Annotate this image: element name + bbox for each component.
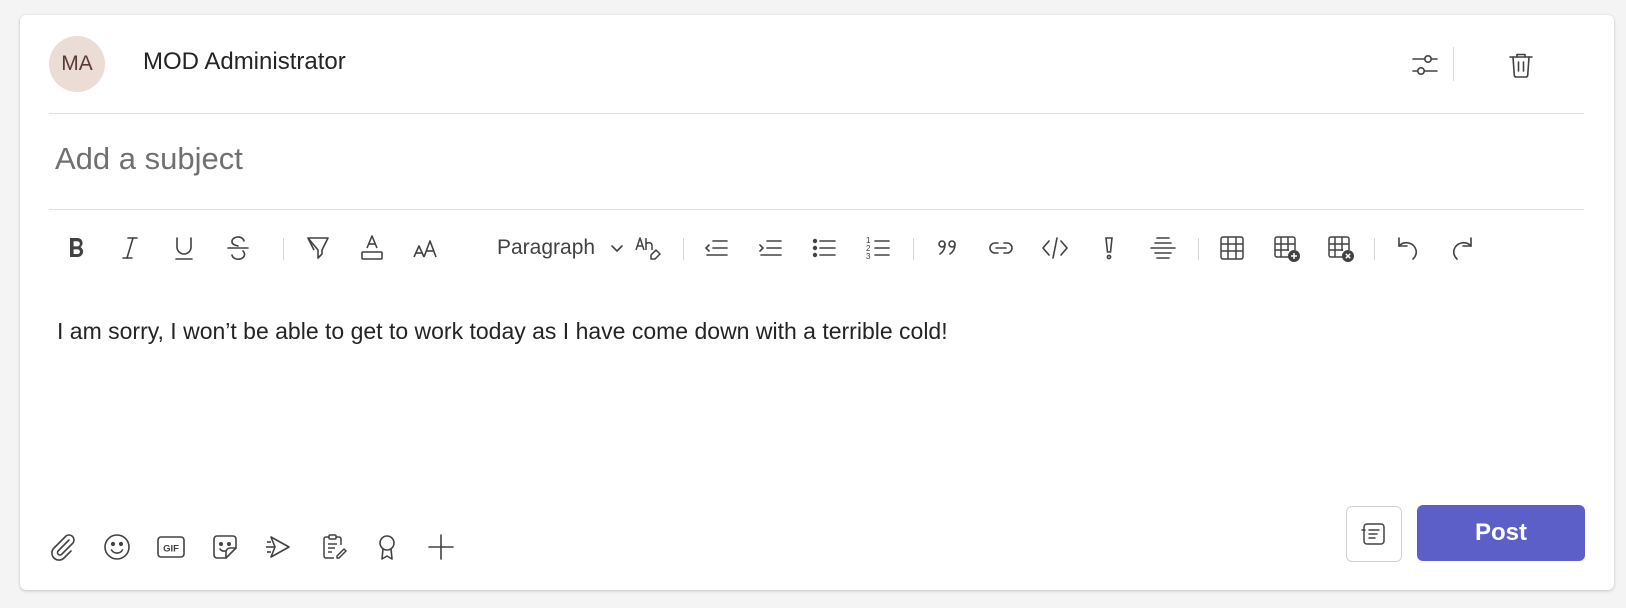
link-button[interactable]: [982, 229, 1020, 267]
toolbar-divider: [1198, 238, 1199, 260]
sliders-icon: [1412, 55, 1438, 75]
paragraph-style-dropdown[interactable]: Paragraph: [497, 229, 625, 267]
emoji-button[interactable]: [97, 527, 137, 567]
bulleted-list-icon: [812, 238, 836, 258]
attach-icon: [51, 534, 75, 561]
redo-icon: [1452, 237, 1472, 260]
horizontal-rule-icon: [1150, 237, 1176, 259]
clear-formatting-icon: [635, 237, 661, 260]
formatting-toolbar: Paragraph 1 2 3: [49, 223, 1584, 273]
delete-table-button[interactable]: [1321, 229, 1359, 267]
emoji-icon: [104, 534, 130, 560]
code-icon: [1042, 237, 1068, 259]
schedule-meeting-button[interactable]: [259, 527, 299, 567]
attach-button[interactable]: [43, 527, 83, 567]
subject-input[interactable]: [53, 136, 1557, 182]
bold-button[interactable]: [57, 229, 95, 267]
svg-text:GIF: GIF: [163, 544, 179, 555]
numbered-list-icon: 1 2 3: [866, 236, 890, 261]
toolbar-divider: [283, 238, 284, 260]
bulleted-list-button[interactable]: [805, 229, 843, 267]
quote-button[interactable]: [928, 229, 966, 267]
table-delete-icon: [1328, 236, 1354, 262]
highlighter-icon: [307, 237, 329, 259]
loop-component-button[interactable]: [313, 527, 353, 567]
table-icon: [1220, 236, 1244, 260]
avatar-initials: MA: [61, 52, 93, 75]
toolbar-divider: [1374, 238, 1375, 260]
underline-icon: [175, 237, 193, 260]
add-table-row-button[interactable]: [1267, 229, 1305, 267]
schedule-meeting-icon: [266, 536, 290, 558]
delete-button[interactable]: [1501, 45, 1541, 85]
gif-icon: GIF: [157, 536, 185, 558]
highlight-button[interactable]: [299, 229, 337, 267]
font-size-button[interactable]: [407, 229, 445, 267]
numbered-list-button[interactable]: 1 2 3: [859, 229, 897, 267]
sticker-icon: [213, 535, 237, 559]
sticker-button[interactable]: [205, 527, 245, 567]
gif-button[interactable]: GIF: [151, 527, 191, 567]
more-apps-button[interactable]: [421, 527, 461, 567]
svg-text:3: 3: [866, 252, 871, 261]
compose-format-icon: [1361, 523, 1385, 545]
chevron-down-icon: [611, 245, 623, 252]
paragraph-style-label: Paragraph: [497, 236, 596, 259]
header-divider: [1453, 47, 1454, 81]
increase-indent-icon: [759, 240, 782, 256]
font-color-icon: [361, 235, 383, 260]
undo-icon: [1398, 237, 1418, 260]
table-add-icon: [1274, 236, 1300, 262]
bold-icon: [70, 238, 84, 258]
decrease-indent-button[interactable]: [697, 229, 735, 267]
clear-formatting-button[interactable]: [629, 229, 667, 267]
strikethrough-button[interactable]: [219, 229, 257, 267]
loop-icon: [323, 534, 347, 559]
format-button[interactable]: [1346, 506, 1402, 562]
strikethrough-icon: [227, 236, 249, 260]
toolbar-divider: [683, 238, 684, 260]
redo-button[interactable]: [1443, 229, 1481, 267]
trash-icon: [1509, 53, 1533, 78]
increase-indent-button[interactable]: [751, 229, 789, 267]
avatar: MA: [49, 36, 105, 92]
options-button[interactable]: [1405, 45, 1445, 85]
message-body[interactable]: I am sorry, I won’t be able to get to wo…: [57, 318, 948, 345]
decrease-indent-icon: [704, 240, 728, 256]
code-snippet-button[interactable]: [1036, 229, 1074, 267]
font-size-icon: [413, 240, 437, 258]
link-icon: [989, 242, 1013, 254]
compose-card: MA MOD Administrator Add a subject Parag…: [20, 15, 1614, 590]
horizontal-rule-button[interactable]: [1144, 229, 1182, 267]
exclamation-icon: [1105, 237, 1113, 260]
italic-button[interactable]: [111, 229, 149, 267]
insert-table-button[interactable]: [1213, 229, 1251, 267]
compose-header: MA MOD Administrator: [49, 15, 1584, 114]
toolbar-divider: [913, 238, 914, 260]
post-button[interactable]: Post: [1417, 505, 1585, 561]
author-name: MOD Administrator: [143, 48, 346, 75]
praise-button[interactable]: [367, 527, 407, 567]
font-color-button[interactable]: [353, 229, 391, 267]
underline-button[interactable]: [165, 229, 203, 267]
plus-icon: [428, 534, 454, 560]
quote-icon: [938, 240, 956, 255]
italic-icon: [122, 237, 138, 259]
important-button[interactable]: [1090, 229, 1128, 267]
praise-icon: [379, 535, 395, 560]
subject-row: [49, 114, 1584, 210]
undo-button[interactable]: [1389, 229, 1427, 267]
